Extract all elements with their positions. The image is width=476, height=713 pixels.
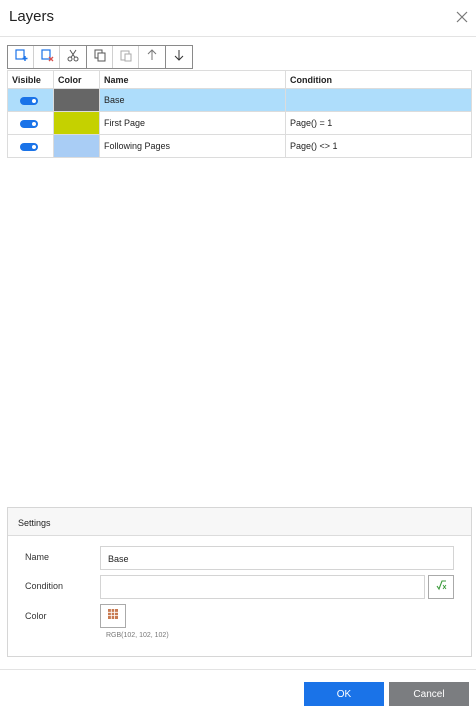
color-cell[interactable] [53, 88, 100, 112]
ok-button[interactable]: OK [304, 682, 384, 706]
color-swatch [54, 135, 99, 157]
name-label: Name [25, 552, 50, 562]
dialog-title: Layers [9, 8, 55, 25]
condition-cell[interactable]: Page() = 1 [285, 111, 472, 135]
column-header-color[interactable]: Color [53, 70, 100, 89]
column-header-condition[interactable]: Condition [285, 70, 472, 89]
condition-cell[interactable] [285, 88, 472, 112]
name-cell[interactable]: First Page [99, 111, 286, 135]
settings-panel: Settings Name Base Condition Color RGB(1… [7, 507, 472, 657]
color-swatch [54, 112, 99, 134]
dialog-title-bar: Layers [0, 0, 476, 37]
paste-button[interactable] [113, 46, 139, 68]
visible-toggle[interactable] [20, 119, 38, 128]
copy-icon [93, 48, 107, 67]
arrow-up-icon [145, 48, 159, 67]
name-cell[interactable]: Following Pages [99, 134, 286, 158]
toolbar-group-clipboard [86, 45, 166, 69]
visible-cell [7, 88, 54, 112]
visible-toggle[interactable] [20, 96, 38, 105]
column-header-name[interactable]: Name [99, 70, 286, 89]
remove-layer-button[interactable] [34, 46, 60, 68]
color-picker-button[interactable] [100, 604, 126, 628]
move-up-button[interactable] [139, 46, 165, 68]
color-palette-icon [107, 607, 119, 625]
name-field[interactable]: Base [100, 546, 454, 570]
arrow-down-icon [172, 48, 186, 67]
add-layer-button[interactable] [8, 46, 34, 68]
table-row[interactable]: Base [7, 88, 472, 112]
grid-header-row: Visible Color Name Condition [7, 70, 472, 89]
toolbar-group-move [165, 45, 193, 69]
remove-layer-icon [40, 48, 54, 67]
condition-field[interactable] [100, 575, 425, 599]
dialog-footer: OK Cancel [0, 669, 476, 713]
color-cell[interactable] [53, 111, 100, 135]
condition-cell[interactable]: Page() <> 1 [285, 134, 472, 158]
table-row[interactable]: Following Pages Page() <> 1 [7, 134, 472, 158]
cut-button[interactable] [60, 46, 86, 68]
layers-toolbar [7, 45, 193, 69]
table-row[interactable]: First Page Page() = 1 [7, 111, 472, 135]
cancel-button[interactable]: Cancel [389, 682, 469, 706]
visible-cell [7, 111, 54, 135]
visible-cell [7, 134, 54, 158]
color-cell[interactable] [53, 134, 100, 158]
expression-editor-button[interactable] [428, 575, 454, 599]
move-down-button[interactable] [166, 46, 192, 68]
color-rgb-text: RGB(102, 102, 102) [106, 632, 169, 639]
function-icon [434, 578, 448, 597]
visible-toggle[interactable] [20, 142, 38, 151]
scissors-icon [66, 48, 80, 67]
layers-grid: Visible Color Name Condition Base First … [7, 70, 472, 158]
settings-title: Settings [8, 508, 471, 536]
paste-icon [119, 48, 133, 67]
column-header-visible[interactable]: Visible [7, 70, 54, 89]
color-swatch [54, 89, 99, 111]
toolbar-group-edit [7, 45, 87, 69]
copy-button[interactable] [87, 46, 113, 68]
name-cell[interactable]: Base [99, 88, 286, 112]
color-label: Color [25, 611, 47, 621]
add-layer-icon [14, 48, 28, 67]
condition-label: Condition [25, 581, 64, 591]
close-icon[interactable] [455, 10, 469, 24]
